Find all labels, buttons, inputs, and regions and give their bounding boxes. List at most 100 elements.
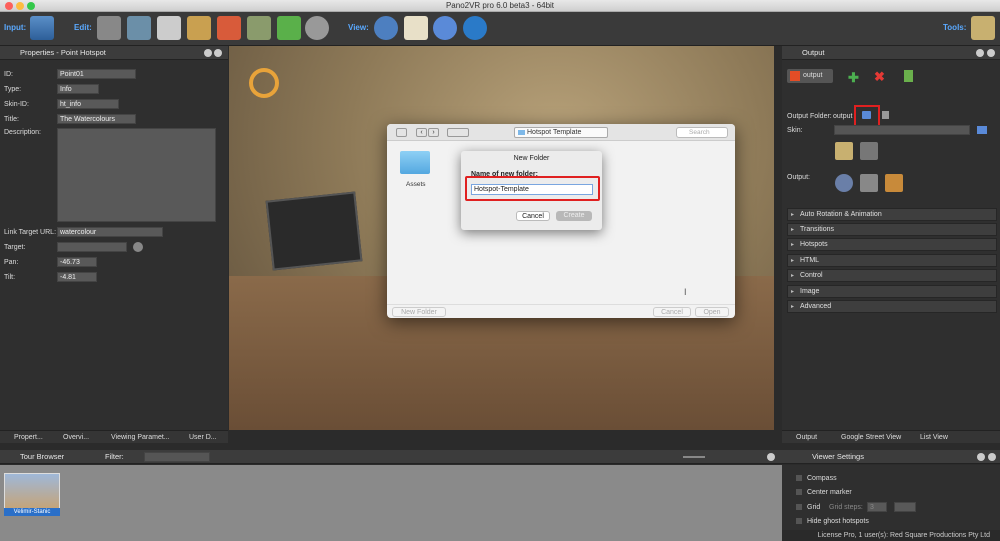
section-advanced[interactable]: Advanced — [787, 300, 997, 313]
grid-checkbox[interactable]: Grid — [796, 504, 820, 511]
view-mode-toggle[interactable] — [447, 128, 469, 137]
output-close-icon[interactable] — [987, 49, 995, 57]
viewer-close-icon[interactable] — [988, 453, 996, 461]
thumbnail-size-slider[interactable] — [683, 456, 705, 458]
panel-close-icon[interactable] — [214, 49, 222, 57]
panorama-thumbnail[interactable] — [4, 473, 60, 509]
section-transitions[interactable]: Transitions — [787, 223, 997, 236]
assets-folder-icon[interactable] — [400, 151, 430, 174]
folder-icon — [518, 130, 525, 135]
tab-viewing-parameters[interactable]: Viewing Paramet... — [111, 431, 170, 444]
search-input[interactable]: Search — [676, 127, 728, 138]
info-hotspot-icon[interactable] — [249, 68, 279, 98]
compass-icon[interactable] — [433, 16, 457, 40]
skin-editor-icon[interactable] — [247, 16, 271, 40]
grid-color-select[interactable] — [894, 502, 916, 512]
title-label: Title: — [4, 116, 19, 123]
section-control[interactable]: Control — [787, 269, 997, 282]
description-textarea[interactable] — [57, 128, 216, 222]
section-html[interactable]: HTML — [787, 254, 997, 267]
skin-editor-button-icon[interactable] — [835, 142, 853, 160]
user-data-icon[interactable] — [157, 16, 181, 40]
section-hotspots[interactable]: Hotspots — [787, 238, 997, 251]
open-button[interactable]: Open — [695, 307, 729, 317]
sheet-cancel-button[interactable]: Cancel — [516, 211, 550, 221]
skin-folder-icon[interactable] — [977, 126, 987, 134]
close-window-button[interactable] — [5, 2, 13, 10]
section-auto-rotation[interactable]: Auto Rotation & Animation — [787, 208, 997, 221]
tour-browser-title: Tour Browser — [20, 452, 65, 461]
path-selector[interactable]: Hotspot Template — [514, 127, 608, 138]
open-folder-icon[interactable] — [862, 111, 871, 119]
binoculars-icon[interactable] — [374, 16, 398, 40]
compass-checkbox[interactable]: Compass — [796, 475, 837, 482]
tab-overview[interactable]: Overvi... — [63, 431, 89, 444]
tour-browser-icon[interactable] — [187, 16, 211, 40]
tab-output[interactable]: Output — [796, 431, 817, 444]
skin-tools-icon[interactable] — [860, 142, 878, 160]
tab-properties[interactable]: Propert... — [14, 431, 43, 444]
patch-editor-icon[interactable] — [97, 16, 121, 40]
filter-select[interactable] — [144, 452, 210, 462]
dialog-cancel-button[interactable]: Cancel — [653, 307, 691, 317]
hide-ghost-checkbox[interactable]: Hide ghost hotspots — [796, 518, 869, 525]
title-field[interactable]: The Watercolours — [57, 114, 136, 124]
id-field[interactable]: Point01 — [57, 69, 136, 79]
tools-label: Tools: — [943, 23, 967, 32]
tour-browser-close-icon[interactable] — [767, 453, 775, 461]
properties-title: Properties - Point Hotspot — [20, 48, 106, 57]
skinid-label: Skin-ID: — [4, 101, 29, 108]
id-label: ID: — [4, 71, 13, 78]
new-folder-sheet: New Folder Name of new folder: Hotspot-T… — [461, 151, 602, 230]
viewing-params-icon[interactable] — [127, 16, 151, 40]
output-document-icon[interactable] — [904, 70, 913, 82]
viewer-float-icon[interactable] — [977, 453, 985, 461]
format-select[interactable]: output — [787, 69, 833, 83]
grid-steps-label: Grid steps: — [829, 504, 863, 511]
tab-google-street-view[interactable]: Google Street View — [841, 431, 901, 444]
add-panorama-icon[interactable] — [30, 16, 54, 40]
new-folder-button[interactable]: New Folder — [392, 307, 446, 317]
create-button[interactable]: Create — [556, 211, 592, 221]
link-target-field[interactable]: watercolour — [57, 227, 163, 237]
viewer-settings-header: Viewer Settings — [782, 450, 1000, 464]
tools-icon[interactable] — [971, 16, 995, 40]
eye-icon[interactable] — [463, 16, 487, 40]
section-image[interactable]: Image — [787, 285, 997, 298]
output-float-icon[interactable] — [976, 49, 984, 57]
skinid-select[interactable]: ht_info — [57, 99, 119, 109]
output-title: Output — [802, 48, 825, 57]
output-settings-icon[interactable] — [835, 174, 853, 192]
right-panel-tabs: Output Google Street View List View — [782, 430, 1000, 443]
trash-icon[interactable] — [882, 111, 889, 119]
search-placeholder: Search — [689, 129, 710, 136]
back-button[interactable]: ‹ — [416, 128, 427, 137]
grid-steps-field[interactable]: 3 — [867, 502, 887, 512]
minimize-window-button[interactable] — [16, 2, 24, 10]
sidebar-toggle-icon[interactable] — [396, 128, 407, 137]
tilt-field[interactable]: -4.81 — [57, 272, 97, 282]
animation-icon[interactable] — [305, 16, 329, 40]
center-marker-checkbox[interactable]: Center marker — [796, 489, 852, 496]
panel-float-icon[interactable] — [204, 49, 212, 57]
forward-button[interactable]: › — [428, 128, 439, 137]
skin-select[interactable] — [834, 125, 970, 135]
pan-field[interactable]: -46.73 — [57, 257, 97, 267]
highlight-box — [465, 176, 600, 201]
delete-output-icon[interactable]: ✖ — [874, 69, 885, 85]
properties-panel-header: Properties - Point Hotspot — [0, 46, 228, 60]
output-preview-icon[interactable] — [860, 174, 878, 192]
add-output-icon[interactable]: ✚ — [848, 70, 859, 86]
output-package-icon[interactable] — [885, 174, 903, 192]
target-select[interactable] — [57, 242, 127, 252]
tab-user-data[interactable]: User D... — [189, 431, 217, 444]
google-map-icon[interactable] — [277, 16, 301, 40]
window-title: Pano2VR pro 6.0 beta3 - 64bit — [445, 1, 555, 10]
tab-list-view[interactable]: List View — [920, 431, 948, 444]
type-select[interactable]: Info — [57, 84, 99, 94]
zoom-window-button[interactable] — [27, 2, 35, 10]
map-icon[interactable] — [217, 16, 241, 40]
filter-label: Filter: — [105, 452, 124, 461]
target-settings-icon[interactable] — [133, 242, 143, 252]
clipboard-icon[interactable] — [404, 16, 428, 40]
